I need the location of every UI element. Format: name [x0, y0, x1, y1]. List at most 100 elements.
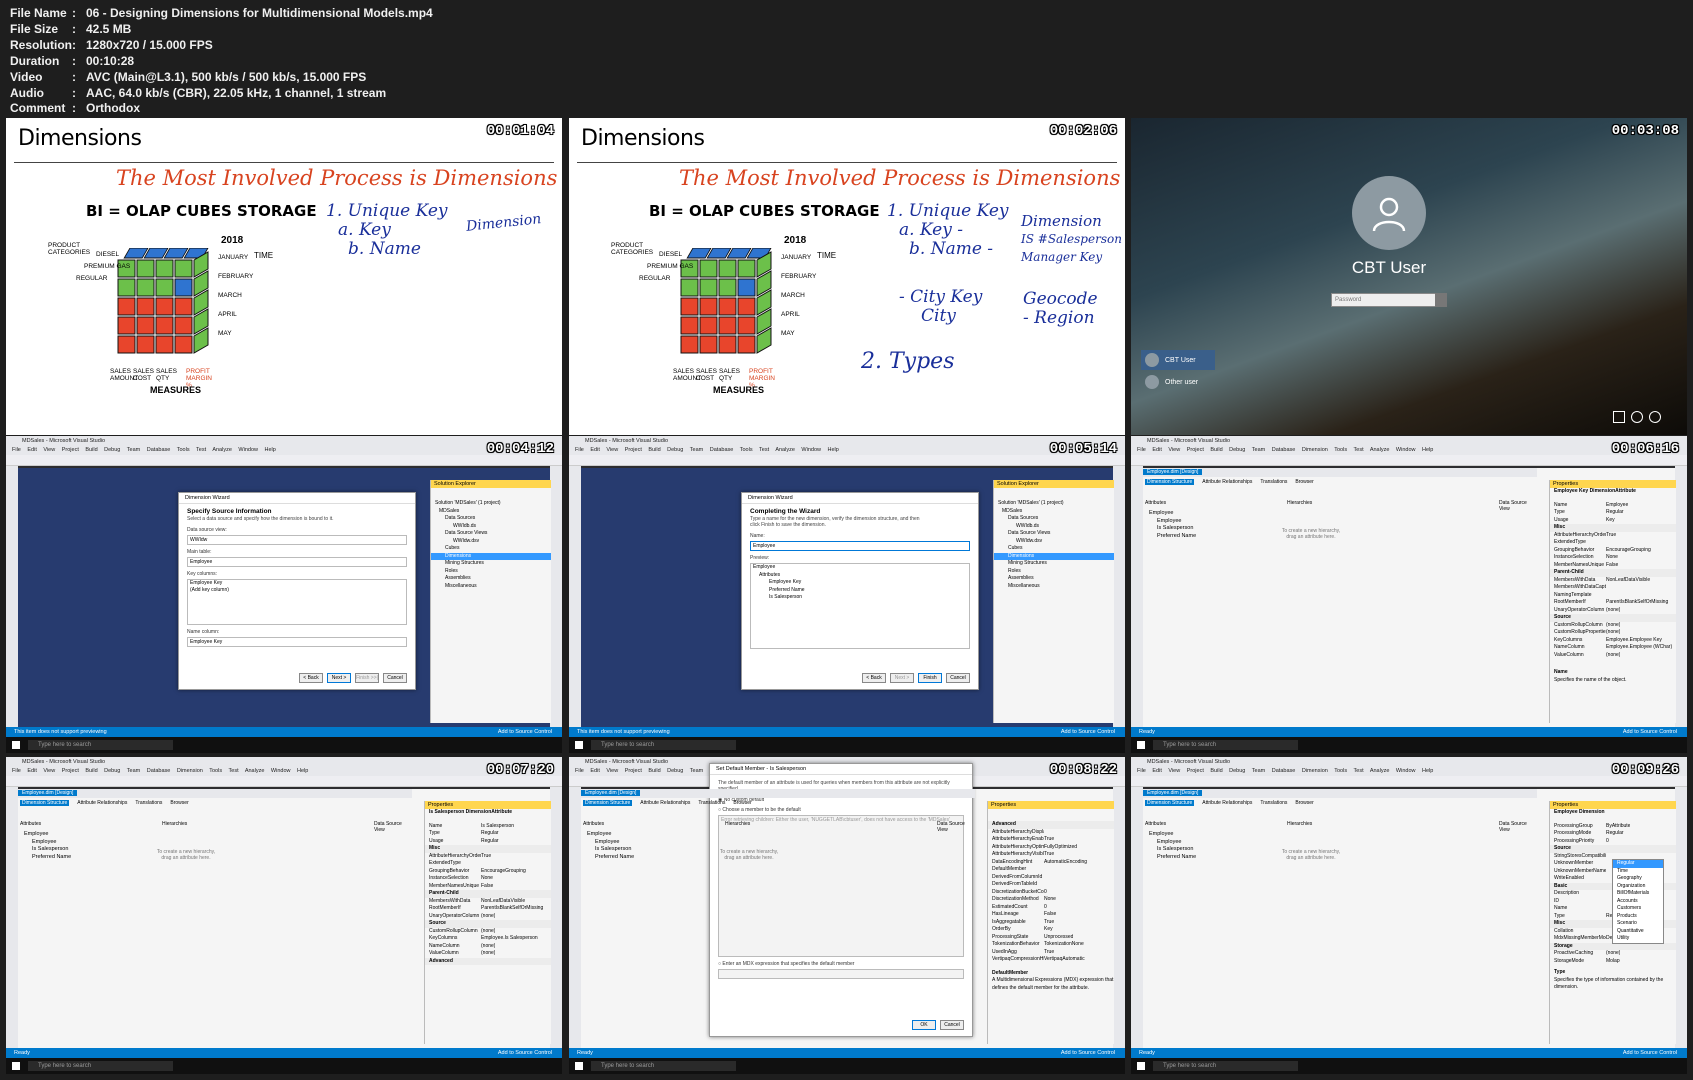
submit-arrow-button[interactable] [1435, 293, 1447, 307]
attribute-item[interactable]: Employee [595, 839, 634, 847]
property-row[interactable]: CustomRollupColumn (none) [1550, 622, 1676, 630]
taskbar[interactable]: Type here to search [6, 737, 562, 753]
properties-panel[interactable]: Properties Is Salesperson DimensionAttri… [424, 801, 551, 1044]
type-option[interactable]: Products [1613, 913, 1663, 921]
property-value[interactable]: (none) [481, 913, 495, 921]
designer-document-tab[interactable]: Employee.dim [Design] [1143, 469, 1203, 475]
windows-start-icon[interactable] [12, 1062, 20, 1070]
property-row[interactable]: DerivedFromColumnId [988, 874, 1114, 882]
taskbar[interactable]: Type here to search [569, 1058, 1125, 1074]
property-row[interactable]: Name Is Salesperson [425, 823, 551, 831]
property-row[interactable]: ProcessingPriority 0 [1550, 838, 1676, 846]
wizard-buttons[interactable]: < Back Next > Finish Cancel [862, 673, 970, 683]
windows-start-icon[interactable] [1137, 1062, 1145, 1070]
property-grid[interactable]: AdvancedAttributeHierarchyDisplayFolderA… [988, 821, 1114, 964]
properties-panel[interactable]: Properties Advanced AttributeHierarchyDis… [987, 801, 1114, 1044]
property-row[interactable]: GroupingBehavior EncourageGrouping [1550, 547, 1676, 555]
property-value[interactable]: (none) [1606, 652, 1620, 660]
radio-mdx-expression[interactable]: ○ Enter an MDX expression that specifies… [718, 961, 964, 967]
property-value[interactable]: True [481, 853, 491, 861]
property-value[interactable]: Employee.Employee Key [1606, 637, 1662, 645]
designer-subtab[interactable]: Browser [170, 800, 188, 806]
property-row[interactable]: Name Employee [1550, 502, 1676, 510]
designer-subtab[interactable]: Browser [733, 800, 751, 806]
property-value[interactable]: AutomaticEncoding [1044, 859, 1087, 867]
designer-tab-strip[interactable]: Employee.dim [Design] [1143, 468, 1537, 477]
right-tool-strip[interactable] [1675, 466, 1687, 727]
back-button[interactable]: < Back [299, 673, 323, 683]
dimension-name-input[interactable]: Employee [750, 541, 970, 551]
property-row[interactable]: MembersWithDataCaption [1550, 584, 1676, 592]
designer-document-tab[interactable]: Employee.dim [Design] [1143, 790, 1203, 796]
left-tool-strip[interactable] [6, 466, 18, 727]
designer-document-tab[interactable]: Employee.dim [Design] [581, 790, 641, 796]
property-row[interactable]: RootMemberIf ParentIsBlankSelfOrMissing [425, 905, 551, 913]
cancel-button[interactable]: Cancel [383, 673, 407, 683]
solution-item[interactable]: Roles [431, 568, 551, 576]
property-row[interactable]: Source [1550, 614, 1676, 622]
windows-start-icon[interactable] [575, 741, 583, 749]
property-value[interactable]: (none) [481, 950, 495, 958]
attribute-item[interactable]: Employee [1157, 839, 1196, 847]
taskbar-search[interactable]: Type here to search [591, 740, 736, 750]
menu-bar[interactable]: File Edit View Project Build Debug Team … [6, 446, 562, 455]
property-row[interactable]: AttributeHierarchyOptimizedStateFullyOpt… [988, 844, 1114, 852]
property-value[interactable]: 0 [1044, 889, 1047, 897]
solution-explorer[interactable]: Solution Explorer Solution 'MDSales' (1 … [993, 480, 1114, 723]
type-option[interactable]: BillOfMaterials [1613, 890, 1663, 898]
toolbar[interactable] [6, 776, 562, 787]
menu-bar[interactable]: File Edit View Project Build Debug Team … [1131, 767, 1687, 776]
property-value[interactable]: EncourageGrouping [1606, 547, 1651, 555]
solution-item[interactable]: Data Sources [431, 515, 551, 523]
property-value[interactable]: VertipaqAutomatic [1044, 956, 1085, 964]
property-row[interactable]: VertipaqCompressionHint VertipaqAutomatic [988, 956, 1114, 964]
property-row[interactable]: IsAggregatable True [988, 919, 1114, 927]
designer-subtab[interactable]: Browser [1295, 800, 1313, 806]
cancel-button[interactable]: Cancel [940, 1020, 964, 1030]
solution-item[interactable]: WWIdw.dsv [431, 538, 551, 546]
property-value[interactable]: Regular [1606, 830, 1624, 838]
property-row[interactable]: StorageMode Molap [1550, 958, 1676, 966]
property-row[interactable]: HasLineage False [988, 911, 1114, 919]
preview-tree[interactable]: Employee Attributes Employee Key Preferr… [750, 563, 970, 649]
property-value[interactable]: 0 [1606, 838, 1609, 846]
right-tool-strip[interactable] [1675, 787, 1687, 1048]
designer-subtab[interactable]: Translations [1260, 800, 1287, 806]
property-row[interactable]: CustomRollupProperties (none) [1550, 629, 1676, 637]
attribute-item[interactable]: Is Salesperson [1157, 525, 1196, 533]
taskbar-search[interactable]: Type here to search [1153, 740, 1298, 750]
attributes-tree[interactable]: Employee Employee Is Salesperson Preferred … [1149, 831, 1196, 861]
property-value[interactable]: Key [1606, 517, 1615, 525]
property-row[interactable]: RootMemberIf ParentIsBlankSelfOrMissing [1550, 599, 1676, 607]
attribute-item[interactable]: Preferred Name [1157, 533, 1196, 541]
finish-button[interactable]: Finish [918, 673, 942, 683]
member-tree[interactable]: Error retrieving children: Either the us… [718, 815, 964, 957]
cancel-button[interactable]: Cancel [946, 673, 970, 683]
designer-subtabs[interactable]: Dimension Structure Attribute Relationshi… [1145, 800, 1322, 806]
attributes-tree[interactable]: Employee Employee Is Salesperson Preferred … [1149, 510, 1196, 540]
windows-start-icon[interactable] [12, 741, 20, 749]
right-tool-strip[interactable] [550, 787, 562, 1048]
left-tool-strip[interactable] [6, 787, 18, 1048]
finish-button[interactable]: Finish >>| [355, 673, 379, 683]
property-row[interactable]: ProactiveCaching (none) [1550, 950, 1676, 958]
user-tile-other[interactable]: Other user [1141, 372, 1215, 392]
taskbar[interactable]: Type here to search [569, 737, 1125, 753]
right-tool-strip[interactable] [550, 466, 562, 727]
solution-item[interactable]: Dimensions [431, 552, 551, 560]
property-row[interactable]: Type Regular [425, 830, 551, 838]
property-row[interactable]: DataEncodingHint AutomaticEncoding [988, 859, 1114, 867]
property-value[interactable]: Employee [1606, 502, 1628, 510]
windows-start-icon[interactable] [575, 1062, 583, 1070]
name-column-select[interactable]: Employee Key [187, 637, 407, 647]
solution-item[interactable]: Mining Structures [431, 560, 551, 568]
property-row[interactable]: MemberNamesUnique False [1550, 562, 1676, 570]
taskbar[interactable]: Type here to search [1131, 1058, 1687, 1074]
taskbar-search[interactable]: Type here to search [591, 1061, 736, 1071]
solution-item[interactable]: Solution 'MDSales' (1 project) [431, 500, 551, 508]
type-option[interactable]: Regular [1613, 860, 1663, 868]
property-value[interactable]: False [481, 883, 493, 891]
wizard-buttons[interactable]: < Back Next > Finish >>| Cancel [299, 673, 407, 683]
property-row[interactable]: GroupingBehavior EncourageGrouping [425, 868, 551, 876]
property-row[interactable]: KeyColumns Employee.Employee Key [1550, 637, 1676, 645]
